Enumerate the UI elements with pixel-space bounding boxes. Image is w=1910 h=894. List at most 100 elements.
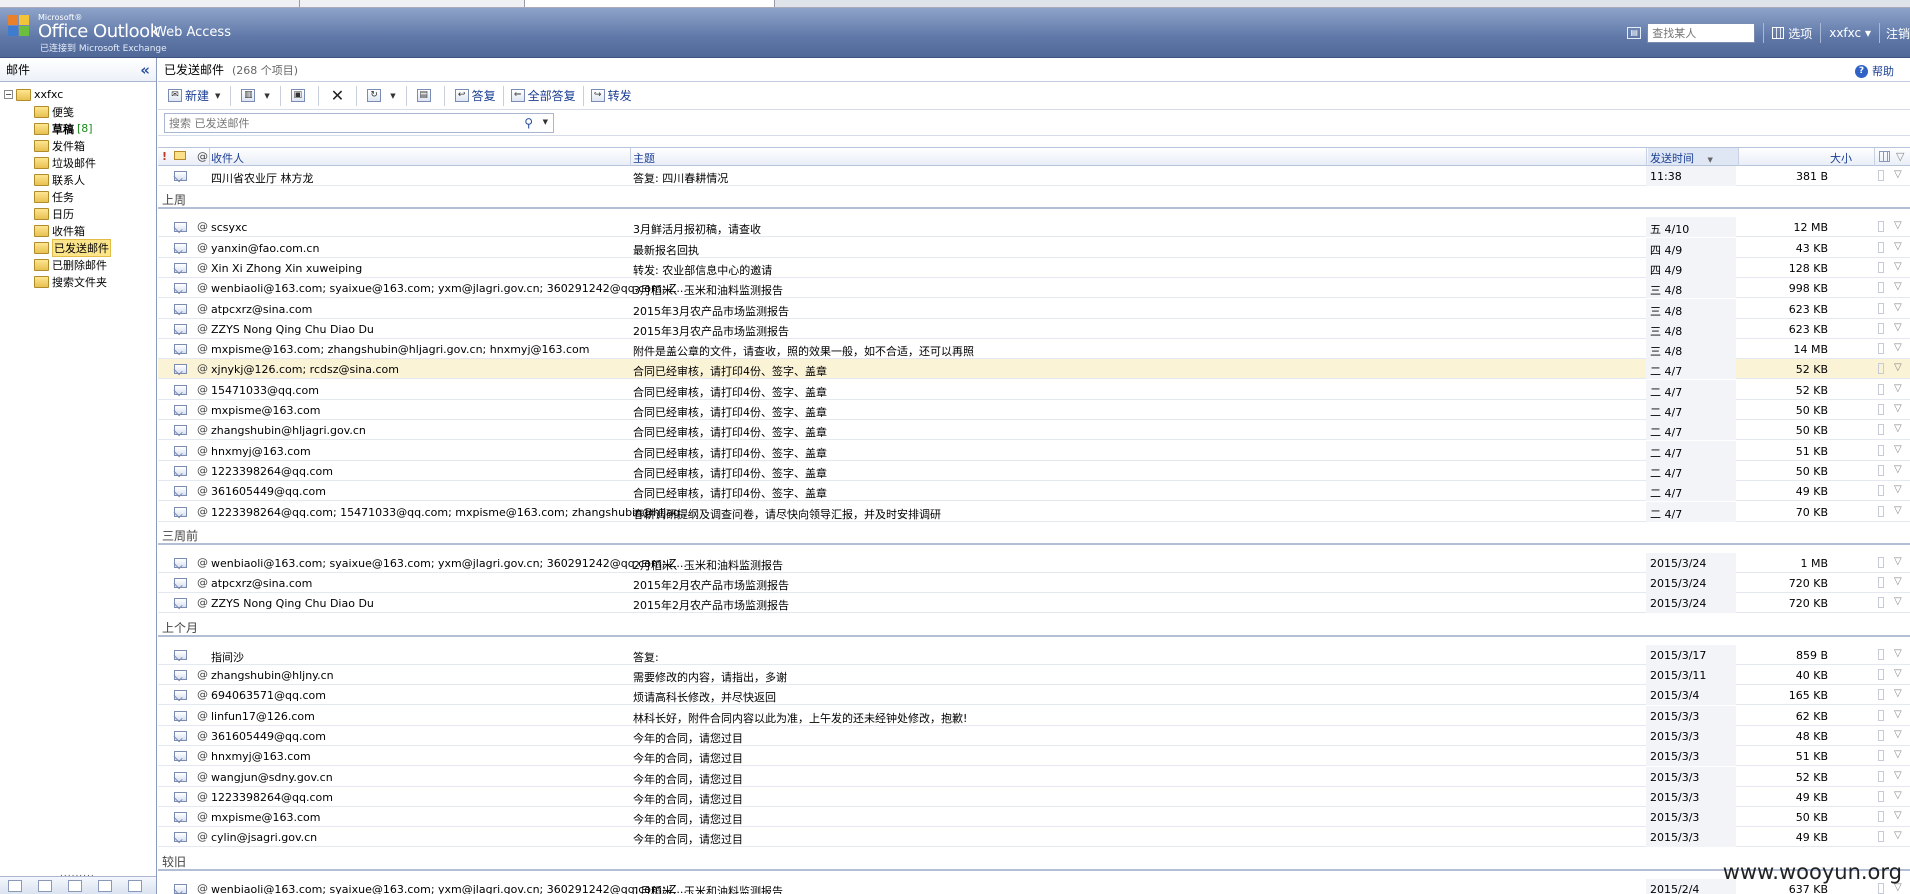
flag-icon[interactable]: ▽ — [1894, 281, 1902, 292]
category-box-icon[interactable] — [1878, 811, 1884, 823]
column-sent[interactable]: 发送时间 ▼ — [1648, 148, 1738, 165]
message-row[interactable]: @361605449@qq.com 今年的合同，请您过目 2015/3/3 48 KB… — [158, 725, 1910, 746]
message-row[interactable]: @ cylin@jsagri.gov.cn 今年的合同，请您过目 2015/3/3 49… — [158, 827, 1910, 848]
reply-button[interactable]: ↩ 答复 — [451, 85, 500, 107]
chevron-down-icon[interactable]: ▼ — [390, 92, 395, 100]
mail-nav-icon[interactable] — [8, 880, 22, 892]
message-row[interactable]: @ xjnykj@126.com; rcdsz@sina.com 合同已经审核，请打… — [158, 359, 1910, 380]
chevron-down-icon[interactable]: ▼ — [215, 92, 220, 100]
message-row[interactable]: @1223398264@qq.com 今年的合同，请您过目 2015/3/3 49 K… — [158, 786, 1910, 807]
category-box-icon[interactable] — [1878, 404, 1884, 415]
category-box-icon[interactable] — [1878, 424, 1884, 436]
message-row[interactable]: @ wenbiaoli@163.com; syaixue@163.com; yxm… — [158, 878, 1910, 894]
flag-icon[interactable]: ▽ — [1894, 383, 1902, 394]
delete-icon[interactable]: ✕ — [325, 86, 350, 105]
flag-icon[interactable]: ▽ — [1894, 484, 1902, 495]
collapse-node-icon[interactable]: − — [4, 90, 13, 99]
message-row[interactable]: @ yanxin@fao.com.cn 最新报名回执四 4/9 43 KB ▽ — [158, 237, 1910, 258]
help-link[interactable]: ? 帮助 — [1855, 63, 1894, 79]
category-box-icon[interactable] — [1878, 302, 1884, 314]
category-box-icon[interactable] — [1878, 221, 1884, 233]
message-row[interactable]: @ hnxmyj@163.com 合同已经审核，请打印4份、签字、盖章二 4/7 51… — [158, 440, 1910, 461]
find-person-input[interactable] — [1647, 23, 1756, 43]
category-box-icon[interactable] — [1878, 322, 1884, 334]
flag-icon[interactable]: ▽ — [1894, 342, 1902, 353]
column-subject[interactable]: 主题 — [633, 150, 655, 166]
category-box-icon[interactable] — [1878, 790, 1884, 802]
flag-icon[interactable]: ▽ — [1894, 749, 1902, 760]
message-row[interactable]: @ wangjun@sdny.gov.cn 今年的合同，请您过目 2015/3/3 52… — [158, 766, 1910, 787]
category-box-icon[interactable] — [1878, 505, 1884, 517]
category-box-icon[interactable] — [1878, 750, 1884, 762]
check-messages-button[interactable]: ↻ ▼ — [363, 85, 399, 107]
flag-icon[interactable]: ▽ — [1894, 464, 1902, 475]
flag-icon[interactable]: ▽ — [1894, 648, 1902, 659]
column-size[interactable]: 大小 — [1830, 150, 1852, 166]
flag-column-icon[interactable]: ▽ — [1896, 150, 1904, 163]
message-row[interactable]: 四川省农业厅 林方龙 答复: 四川春耕情况 11:38 381 B ▽ — [158, 166, 1910, 186]
message-row[interactable]: @ mxpisme@163.com 今年的合同，请您过目 2015/3/3 50 KB ▽ — [158, 807, 1910, 828]
new-button[interactable]: ✉ 新建 ▼ — [164, 85, 224, 107]
flag-icon[interactable]: ▽ — [1894, 668, 1902, 679]
category-box-icon[interactable] — [1878, 282, 1884, 294]
flag-icon[interactable]: ▽ — [1894, 596, 1902, 607]
message-row[interactable]: @ wenbiaoli@163.com; syaixue@163.com; yxm… — [158, 278, 1910, 299]
flag-icon[interactable]: ▽ — [1894, 423, 1902, 434]
flag-icon[interactable]: ▽ — [1894, 729, 1902, 740]
flag-icon[interactable]: ▽ — [1894, 220, 1902, 231]
folder-item[interactable]: 收件箱 — [4, 222, 156, 239]
flag-icon[interactable]: ▽ — [1894, 810, 1902, 821]
message-row[interactable]: @ atpcxrz@sina.com 2015年3月农产品市场监测报告三 4/8 62… — [158, 298, 1910, 319]
flag-icon[interactable]: ▽ — [1894, 576, 1902, 587]
category-box-icon[interactable] — [1878, 485, 1884, 497]
category-box-icon[interactable] — [1878, 729, 1884, 741]
category-box-icon[interactable] — [1878, 648, 1884, 660]
category-box-icon[interactable] — [1878, 170, 1884, 181]
address-book-icon[interactable]: ▤ — [1627, 27, 1642, 39]
category-box-icon[interactable] — [1878, 444, 1884, 456]
importance-column-icon[interactable]: ! — [162, 150, 167, 163]
category-box-icon[interactable] — [1878, 556, 1884, 568]
category-box-icon[interactable] — [1878, 597, 1884, 609]
calendar-nav-icon[interactable] — [38, 880, 52, 892]
folder-item[interactable]: 便笺 — [4, 103, 156, 120]
message-row[interactable]: @ zhangshubin@hljny.cn 需要修改的内容，请指出，多谢 2015/… — [158, 665, 1910, 685]
tasks-nav-icon[interactable] — [98, 880, 112, 892]
category-box-icon[interactable] — [1878, 383, 1884, 395]
flag-icon[interactable]: ▽ — [1894, 830, 1902, 841]
flag-icon[interactable]: ▽ — [1894, 444, 1902, 455]
folder-item[interactable]: 已发送邮件 — [4, 238, 156, 257]
message-row[interactable]: @ mxpisme@163.com; zhangshubin@hljagri.go… — [158, 339, 1910, 360]
flag-icon[interactable]: ▽ — [1894, 302, 1902, 313]
folder-item[interactable]: 日历 — [4, 205, 156, 222]
folder-item[interactable]: 发件箱 — [4, 137, 156, 154]
folder-item[interactable]: 草稿 [8] — [4, 120, 156, 137]
message-row[interactable]: @ scsyxc 3月鲜活月报初稿，请查收五 4/10 12 MB ▽ — [158, 217, 1910, 238]
view-button[interactable]: ▥ ▼ — [237, 85, 273, 107]
category-box-icon[interactable] — [1878, 831, 1884, 843]
column-picker-icon[interactable] — [1879, 151, 1890, 162]
category-box-icon[interactable] — [1878, 689, 1884, 701]
category-box-icon[interactable] — [1878, 669, 1884, 680]
message-row[interactable]: @ ZZYS Nong Qing Chu Diao Du 2015年3月农产品市场监… — [158, 318, 1910, 339]
folder-item[interactable]: 已删除邮件 — [4, 256, 156, 273]
group-header[interactable]: 三周前 — [158, 522, 1910, 545]
message-row[interactable]: @1223398264@qq.com 合同已经审核，请打印4份、签字、盖章二 4/… — [158, 460, 1910, 481]
forward-button[interactable]: ↪ 转发 — [587, 85, 636, 107]
chevron-down-icon[interactable]: ▼ — [543, 118, 548, 126]
user-menu-button[interactable]: xxfxc ▾ — [1829, 26, 1871, 40]
message-row[interactable]: @ mxpisme@163.com 合同已经审核，请打印4份、签字、盖章二 4/7 5… — [158, 400, 1910, 420]
flag-icon[interactable]: ▽ — [1894, 505, 1902, 516]
message-row[interactable]: @ ZZYS Nong Qing Chu Diao Du 2015年2月农产品市场监… — [158, 593, 1910, 614]
message-row[interactable]: @ linfun17@126.com 林科长好，附件合同内容以此为准，上午发的还未经… — [158, 705, 1910, 726]
message-row[interactable]: @ Xin Xi Zhong Xin xuweiping 转发: 农业部信息中心的邀… — [158, 257, 1910, 278]
flag-icon[interactable]: ▽ — [1894, 770, 1902, 781]
print-button[interactable]: ▤ — [413, 85, 438, 107]
flag-icon[interactable]: ▽ — [1894, 261, 1902, 272]
contacts-nav-icon[interactable] — [68, 880, 82, 892]
move-button[interactable]: ▣ — [287, 85, 312, 107]
message-row[interactable]: @1223398264@qq.com; 15471033@qq.com; mxp… — [158, 501, 1910, 522]
attachment-column-icon[interactable]: @ — [197, 150, 208, 163]
flag-icon[interactable]: ▽ — [1894, 790, 1902, 801]
signout-button[interactable]: 注销 — [1886, 25, 1910, 42]
